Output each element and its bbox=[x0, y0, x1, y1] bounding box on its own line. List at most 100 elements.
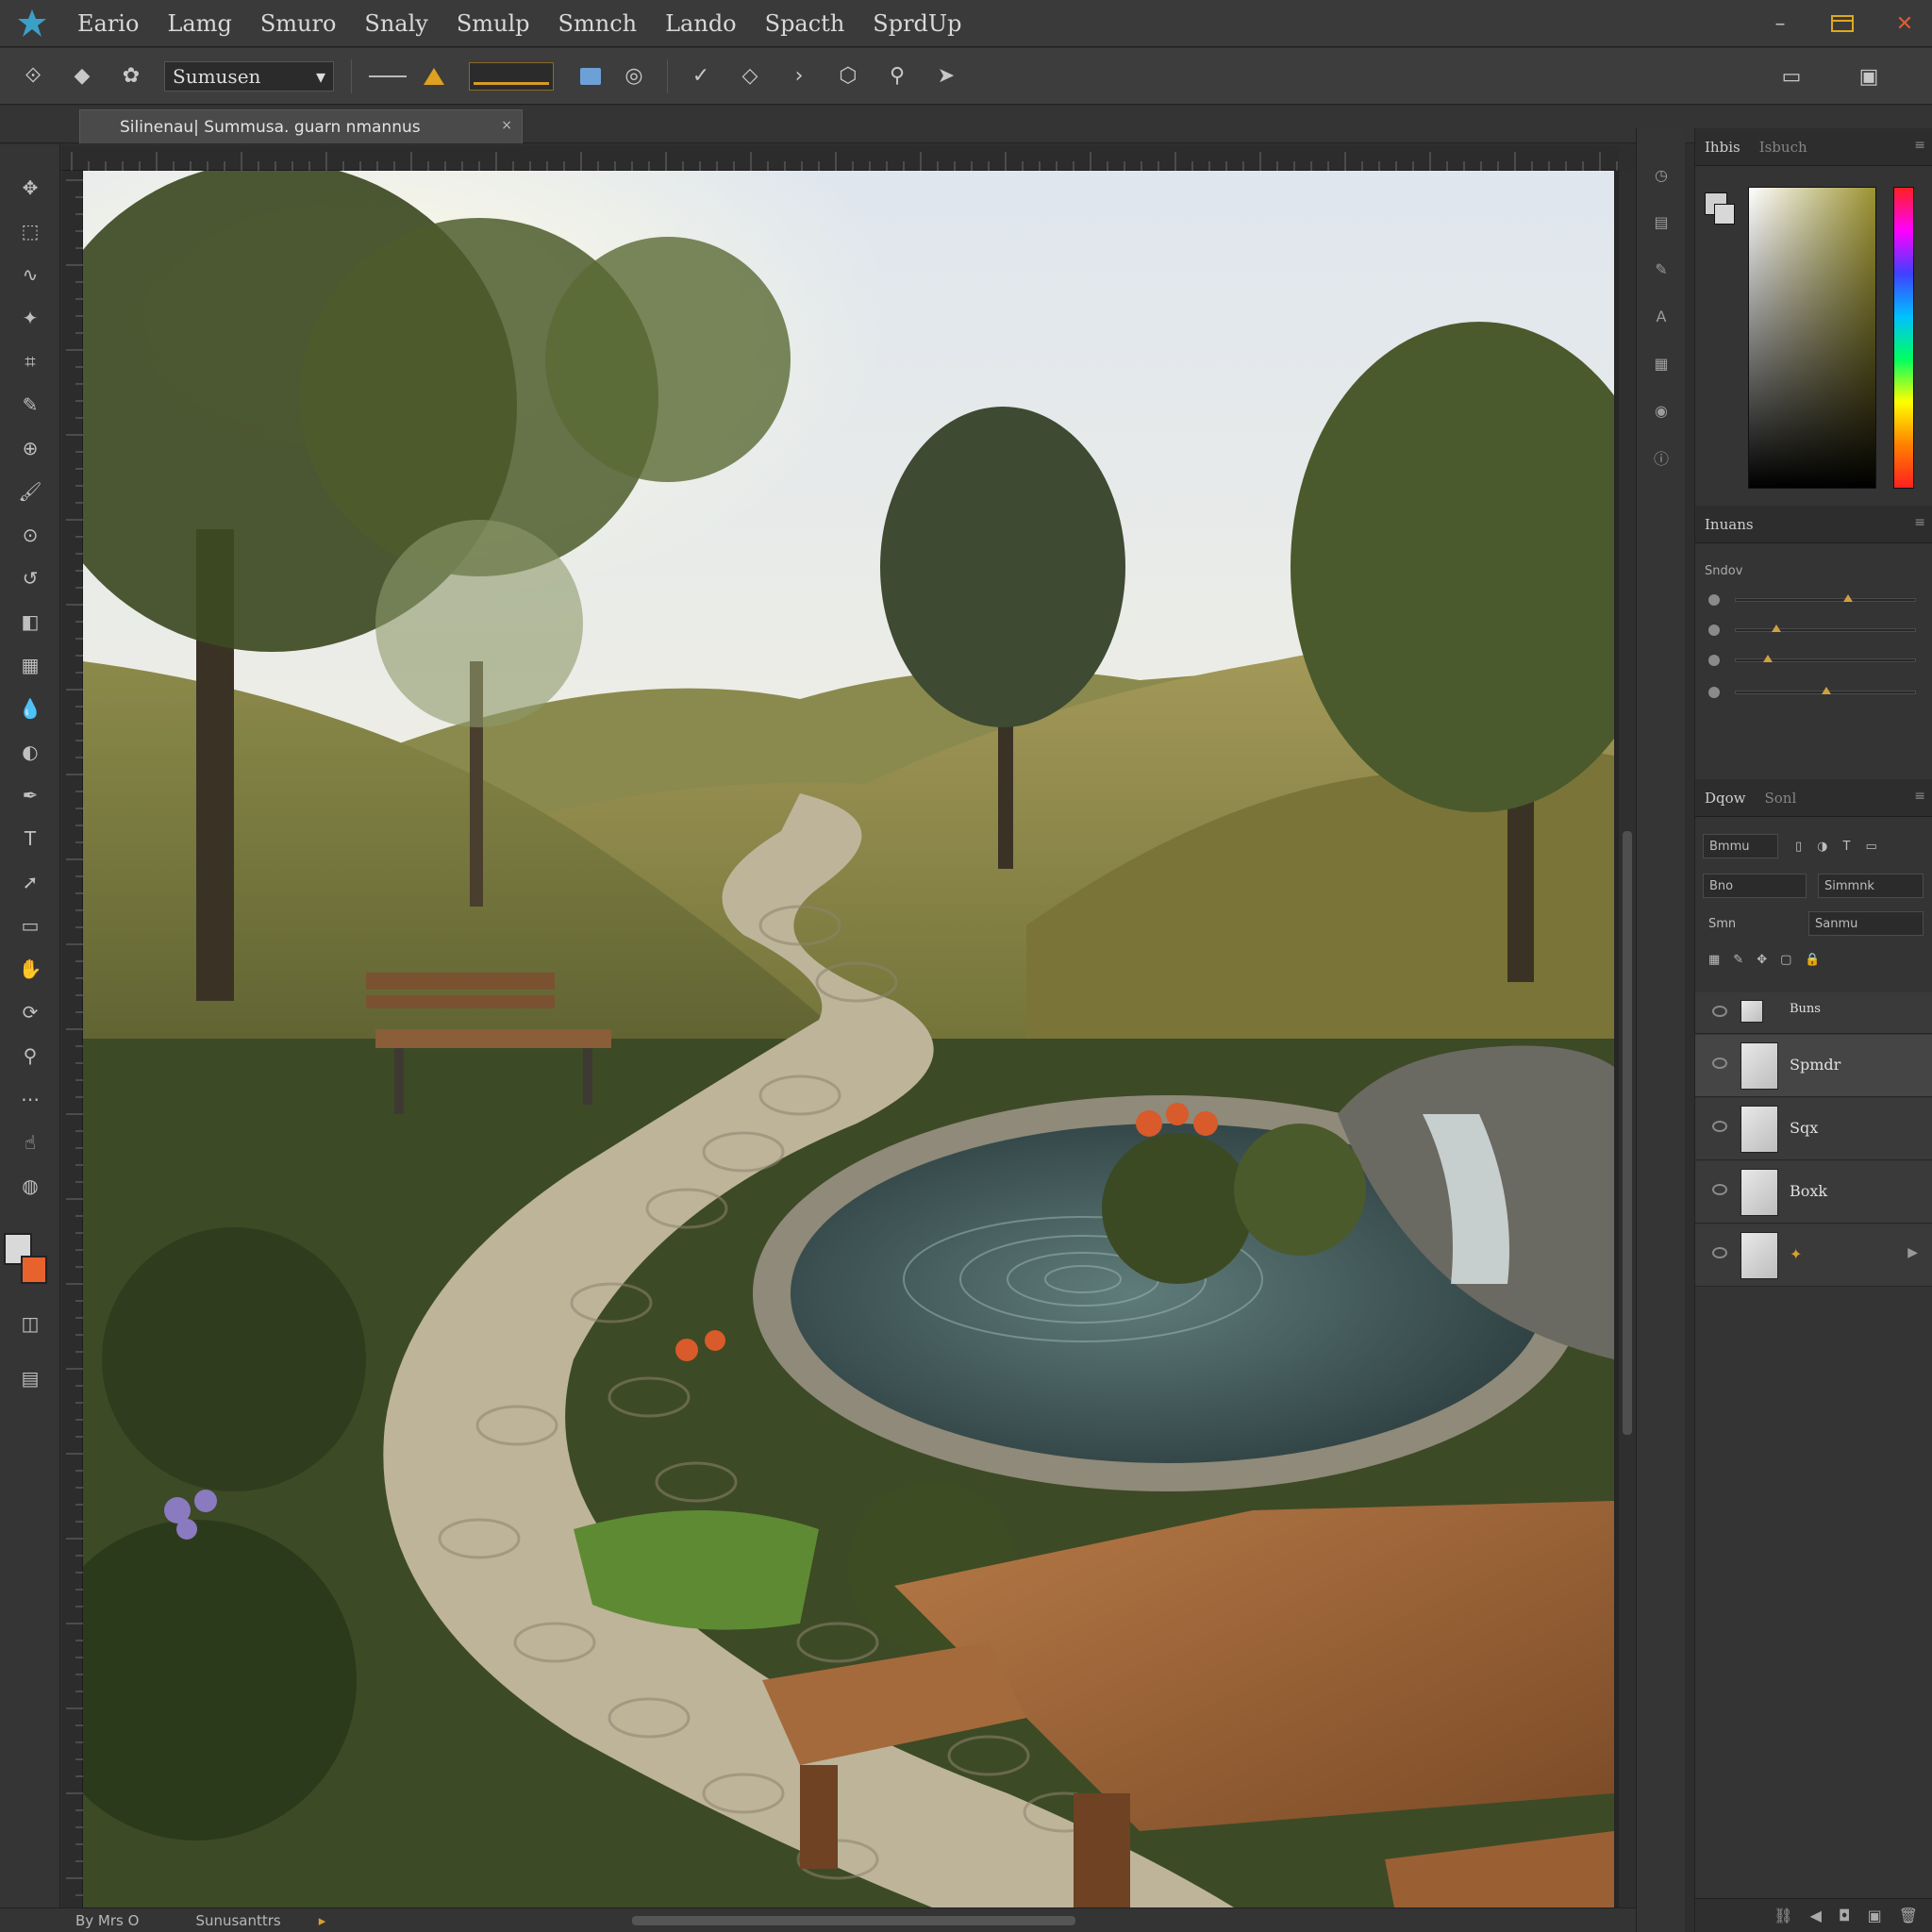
visibility-eye-icon[interactable] bbox=[1712, 1184, 1727, 1195]
app-logo-icon[interactable] bbox=[13, 5, 51, 42]
delete-layer-icon[interactable]: 🗑 bbox=[1899, 1907, 1918, 1924]
lock-transparent-icon[interactable]: ▦ bbox=[1708, 953, 1720, 967]
panel-menu-icon[interactable]: ≡ bbox=[1914, 789, 1925, 804]
sponge-tool-icon[interactable]: ◍ bbox=[13, 1169, 47, 1203]
size-field[interactable] bbox=[469, 61, 554, 91]
smudge-tool-icon[interactable]: ☝ bbox=[13, 1125, 47, 1159]
menu-item-3[interactable]: Smuro bbox=[260, 10, 337, 37]
link-layers-icon[interactable]: ⛓ bbox=[1774, 1907, 1792, 1924]
slider-knob[interactable] bbox=[1772, 625, 1781, 632]
marquee-tool-icon[interactable]: ⬚ bbox=[13, 214, 47, 248]
swatches-panel-icon[interactable]: ▦ bbox=[1649, 351, 1674, 375]
blur-tool-icon[interactable]: 💧 bbox=[13, 691, 47, 725]
menu-item-6[interactable]: Smnch bbox=[558, 10, 638, 37]
path-selection-tool-icon[interactable]: ➚ bbox=[13, 865, 47, 899]
menu-item-2[interactable]: Lamg bbox=[167, 10, 231, 37]
lasso-tool-icon[interactable]: ∿ bbox=[13, 258, 47, 291]
horizontal-scrollbar-thumb[interactable] bbox=[632, 1916, 1075, 1925]
tab-swatches[interactable]: Isbuch bbox=[1750, 128, 1817, 166]
visibility-eye-icon[interactable] bbox=[1712, 1121, 1727, 1132]
slider-knob[interactable] bbox=[1762, 655, 1773, 662]
magic-wand-tool-icon[interactable]: ✦ bbox=[13, 301, 47, 335]
color-panel-background-swatch[interactable] bbox=[1714, 204, 1735, 225]
opacity-field[interactable]: Simmnk bbox=[1818, 874, 1924, 898]
stroke-line-icon[interactable] bbox=[369, 75, 407, 77]
vertical-scrollbar[interactable] bbox=[1619, 171, 1636, 1907]
arrow-right-icon[interactable]: › bbox=[783, 60, 815, 92]
shape-filter-icon[interactable]: ▭ bbox=[1865, 840, 1876, 854]
panel-menu-icon[interactable]: ≡ bbox=[1914, 138, 1925, 153]
maximize-icon[interactable] bbox=[1828, 9, 1857, 38]
lock-artboard-icon[interactable]: ▢ bbox=[1780, 953, 1791, 967]
lock-position-icon[interactable]: ✥ bbox=[1757, 953, 1767, 967]
gradient-tool-icon[interactable]: ▦ bbox=[13, 648, 47, 682]
tab-adjustments[interactable]: Inuans bbox=[1695, 506, 1763, 543]
eyedropper-tool-icon[interactable]: ✎ bbox=[13, 388, 47, 422]
pin-icon[interactable]: ⚲ bbox=[881, 60, 913, 92]
crop-tool-icon[interactable]: ⌗ bbox=[13, 344, 47, 378]
zoom-level[interactable]: By Mrs O bbox=[75, 1912, 139, 1929]
tab-channels[interactable]: Sonl bbox=[1756, 779, 1807, 817]
screen-mode-icon[interactable]: ▤ bbox=[13, 1361, 47, 1395]
brush-panel-icon[interactable]: ✎ bbox=[1649, 257, 1674, 281]
pen-tool-icon[interactable]: ✒ bbox=[13, 778, 47, 812]
character-panel-icon[interactable]: A bbox=[1649, 304, 1674, 328]
adjustment-filter-icon[interactable]: ◑ bbox=[1817, 840, 1827, 854]
cursor-icon[interactable]: ➤ bbox=[930, 60, 962, 92]
layer-name[interactable]: Spmdr bbox=[1790, 1056, 1840, 1074]
visibility-eye-icon[interactable] bbox=[1712, 1058, 1727, 1069]
menu-item-7[interactable]: Lando bbox=[665, 10, 737, 37]
fill-field[interactable]: Sanmu bbox=[1808, 911, 1924, 936]
blend-mode-select[interactable]: Bno bbox=[1703, 874, 1807, 898]
layer-row[interactable]: Buns bbox=[1695, 992, 1932, 1034]
paths-panel-icon[interactable]: ◉ bbox=[1649, 398, 1674, 423]
add-style-icon[interactable]: ◀ bbox=[1810, 1907, 1822, 1924]
eraser-tool-icon[interactable]: ◧ bbox=[13, 605, 47, 639]
hexagon-icon[interactable]: ⬡ bbox=[832, 60, 864, 92]
rotate-icon[interactable]: ◇ bbox=[734, 60, 766, 92]
vertical-scrollbar-thumb[interactable] bbox=[1623, 831, 1632, 1435]
slider-track[interactable] bbox=[1735, 687, 1916, 694]
slider-track[interactable] bbox=[1735, 594, 1916, 602]
close-icon[interactable]: ✕ bbox=[1890, 9, 1919, 38]
background-color-swatch[interactable] bbox=[21, 1256, 47, 1284]
brush-tool-icon[interactable]: 🖌 bbox=[13, 475, 47, 508]
layer-name[interactable]: Boxk bbox=[1790, 1182, 1827, 1200]
document-canvas[interactable] bbox=[83, 171, 1619, 1907]
globe-icon[interactable]: ◎ bbox=[618, 60, 650, 92]
slider-knob[interactable] bbox=[1822, 687, 1832, 694]
menu-item-4[interactable]: Snaly bbox=[364, 10, 427, 37]
diamond-icon[interactable]: ◆ bbox=[66, 60, 98, 92]
history-panel-icon[interactable]: ◷ bbox=[1649, 162, 1674, 187]
slider-track[interactable] bbox=[1735, 655, 1916, 662]
document-tab[interactable]: Silinenau| Summusa. guarn nmannus × bbox=[79, 109, 523, 143]
adjustment-slider-4[interactable] bbox=[1708, 683, 1916, 702]
lock-all-icon[interactable]: 🔒 bbox=[1805, 953, 1820, 967]
visibility-eye-icon[interactable] bbox=[1712, 1247, 1727, 1258]
adjustment-slider-1[interactable] bbox=[1708, 591, 1916, 609]
new-layer-icon[interactable]: ▣ bbox=[1868, 1907, 1882, 1924]
shape-tool-icon[interactable]: ▭ bbox=[13, 908, 47, 942]
dodge-tool-icon[interactable]: ◐ bbox=[13, 735, 47, 769]
type-tool-icon[interactable]: T bbox=[13, 822, 47, 856]
menu-item-5[interactable]: Smulp bbox=[457, 10, 530, 37]
healing-brush-tool-icon[interactable]: ⊕ bbox=[13, 431, 47, 465]
minimize-icon[interactable]: – bbox=[1766, 9, 1794, 38]
folder-icon[interactable] bbox=[580, 67, 601, 85]
preset-select[interactable]: Sumusen ▾ bbox=[164, 60, 334, 92]
info-panel-icon[interactable]: ⓘ bbox=[1649, 445, 1674, 470]
adjustment-slider-2[interactable] bbox=[1708, 621, 1916, 640]
tool-preset-icon[interactable]: ⟐ bbox=[17, 60, 49, 92]
workspace-icon[interactable]: ▭ bbox=[1775, 60, 1807, 92]
pixel-filter-icon[interactable]: ▯ bbox=[1795, 840, 1802, 854]
move-tool-icon[interactable]: ✥ bbox=[13, 171, 47, 205]
hue-slider[interactable] bbox=[1893, 187, 1914, 489]
color-picker-field[interactable] bbox=[1748, 187, 1876, 489]
properties-panel-icon[interactable]: ▤ bbox=[1649, 209, 1674, 234]
quick-mask-icon[interactable]: ◫ bbox=[13, 1307, 47, 1341]
menu-item-9[interactable]: SprdUp bbox=[873, 10, 961, 37]
brush-settings-icon[interactable]: ✿ bbox=[115, 60, 147, 92]
panel-menu-icon[interactable]: ≡ bbox=[1914, 515, 1925, 530]
document-icon[interactable]: ▣ bbox=[1853, 60, 1885, 92]
hand-tool-icon[interactable]: ✋ bbox=[13, 952, 47, 986]
